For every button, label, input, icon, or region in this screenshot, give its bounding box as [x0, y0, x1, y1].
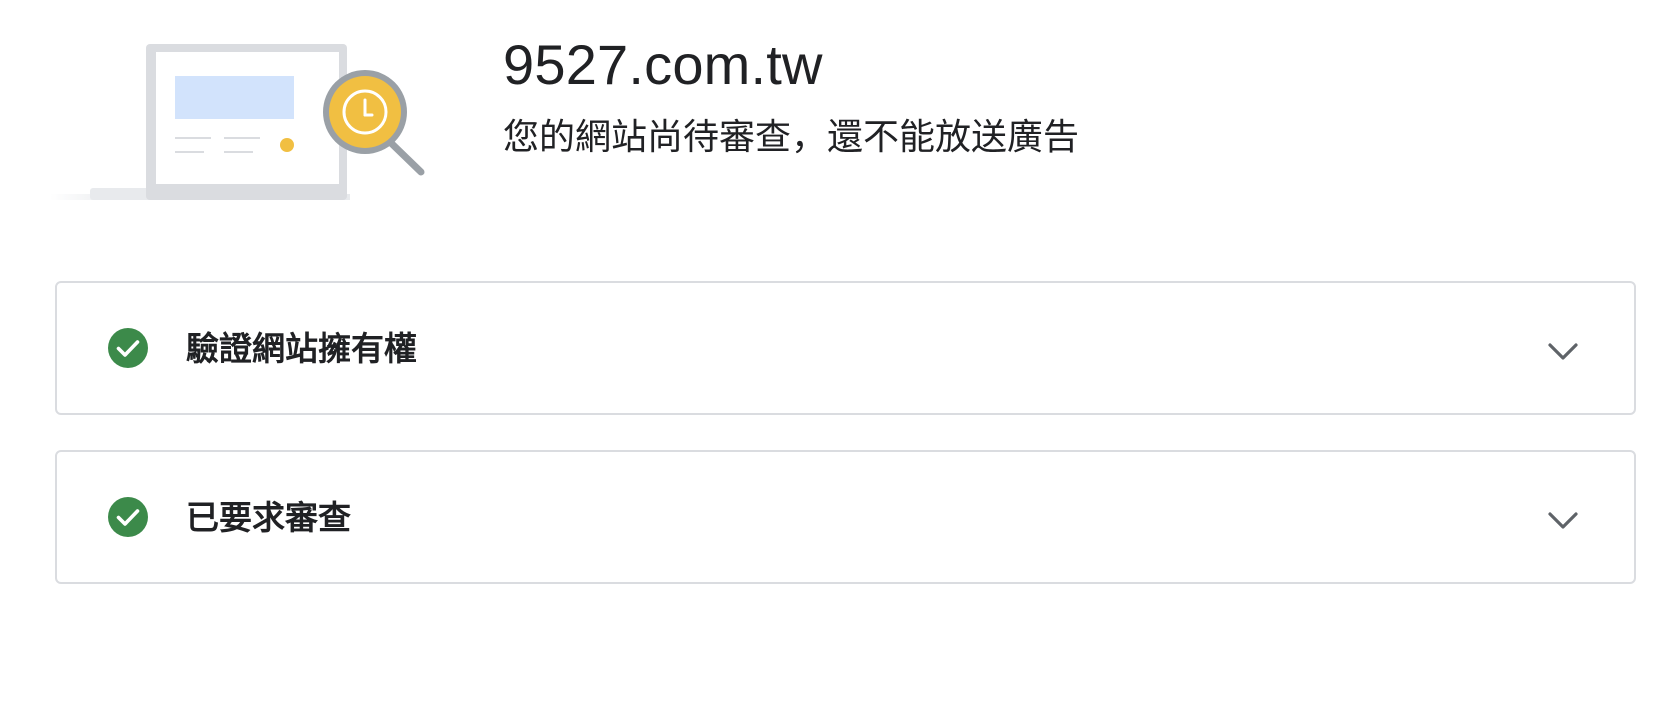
- chevron-down-icon[interactable]: [1546, 334, 1580, 368]
- review-status-message: 您的網站尚待審查，還不能放送廣告: [503, 117, 1080, 158]
- site-review-header: 9527.com.tw 您的網站尚待審查，還不能放送廣告: [0, 0, 1674, 240]
- check-circle-icon: [108, 497, 148, 537]
- step-label: 驗證網站擁有權: [186, 329, 417, 368]
- step-label: 已要求審查: [186, 498, 351, 537]
- website-review-illustration: [50, 44, 425, 200]
- chevron-down-icon[interactable]: [1546, 503, 1580, 537]
- check-circle-icon: [108, 328, 148, 368]
- site-domain-title: 9527.com.tw: [503, 33, 823, 96]
- step-verify-ownership[interactable]: 驗證網站擁有權: [55, 281, 1636, 415]
- step-review-requested[interactable]: 已要求審查: [55, 450, 1636, 584]
